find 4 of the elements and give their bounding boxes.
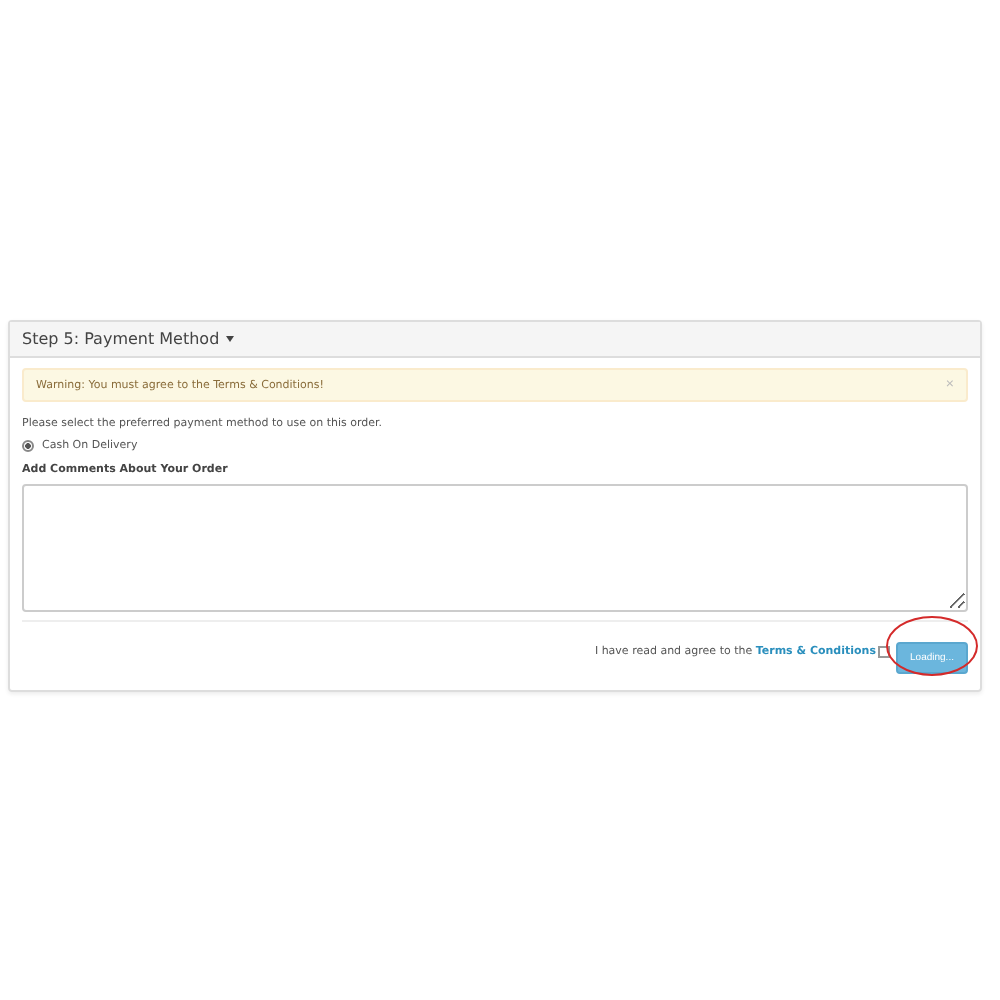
comments-field[interactable] xyxy=(22,484,968,612)
radio-button[interactable] xyxy=(22,440,34,452)
agree-checkbox[interactable] xyxy=(878,646,890,658)
panel-title[interactable]: Step 5: Payment Method xyxy=(22,330,220,348)
